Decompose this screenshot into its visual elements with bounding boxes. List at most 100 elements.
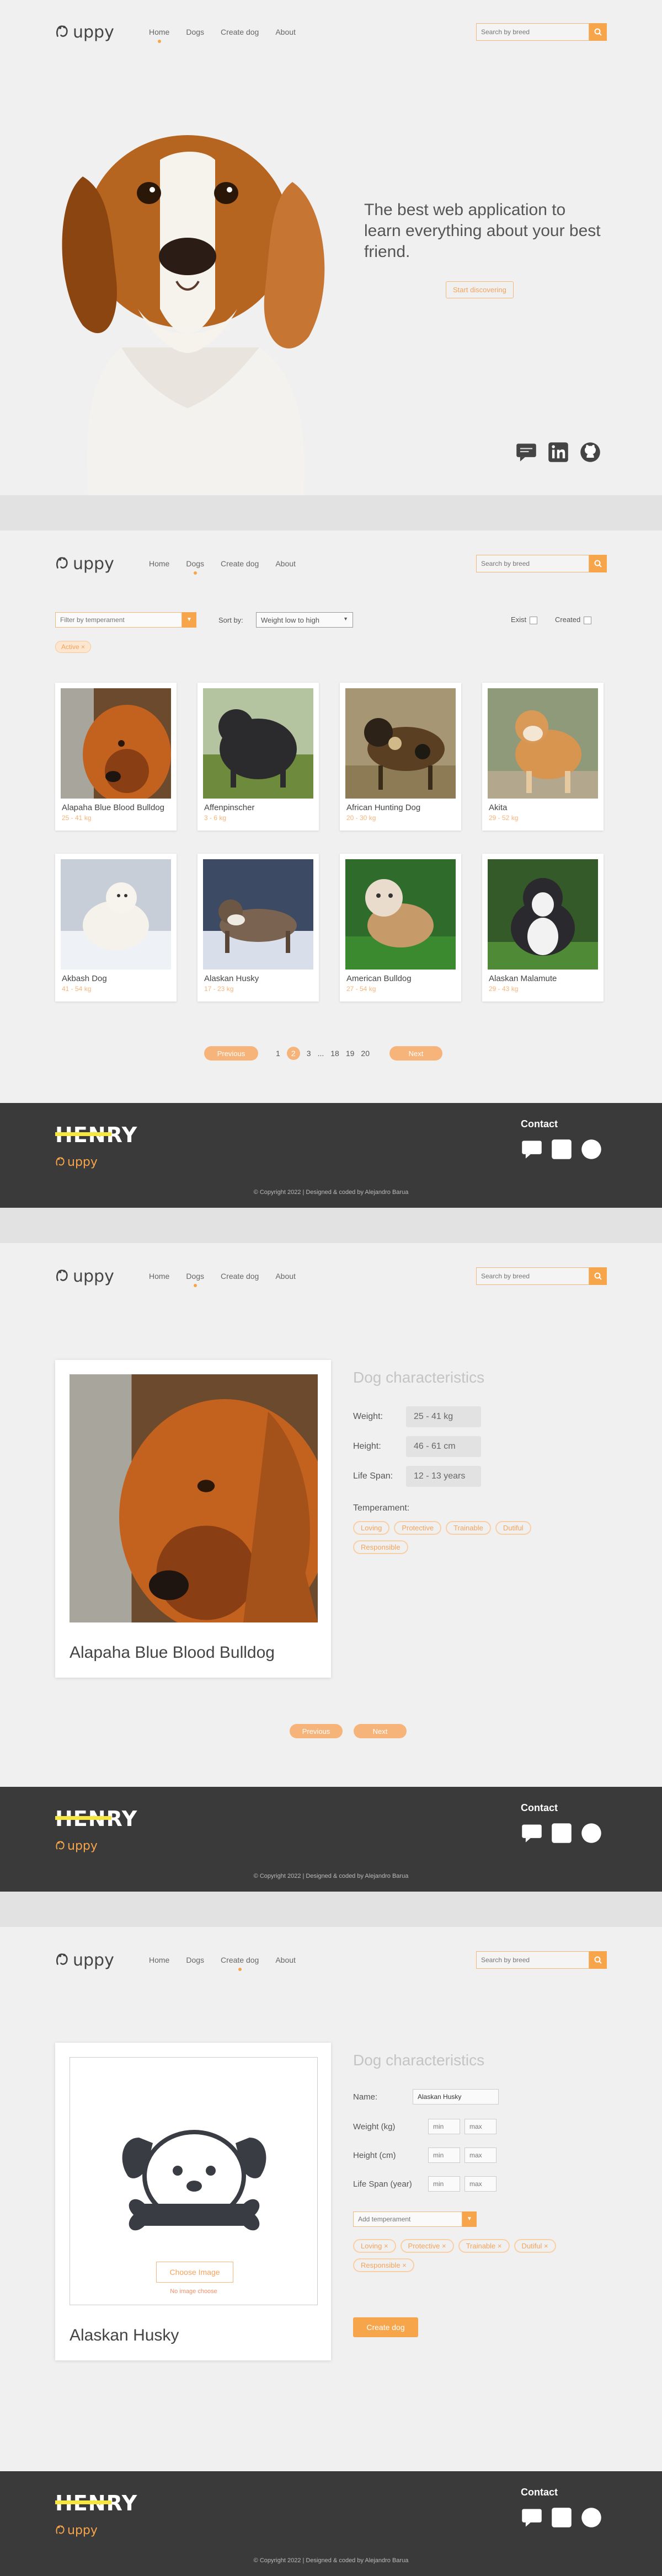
nav-create-dog[interactable]: Create dog	[221, 1272, 259, 1281]
page-3[interactable]: 3	[307, 1049, 311, 1058]
choose-image-button[interactable]: Choose Image	[156, 2262, 233, 2283]
dog-card[interactable]: Alapaha Blue Blood Bulldog 25 - 41 kg	[55, 683, 177, 831]
dog-card[interactable]: Affenpinscher 3 - 6 kg	[197, 683, 319, 831]
search-button[interactable]	[589, 1951, 607, 1969]
puppy-logo[interactable]: uppy	[55, 21, 138, 43]
weight-min-input[interactable]	[428, 2119, 460, 2134]
page-20[interactable]: 20	[361, 1049, 370, 1058]
temperament-select[interactable]	[353, 2211, 462, 2227]
dog-image	[345, 688, 456, 799]
dog-card[interactable]: Akita 29 - 52 kg	[482, 683, 604, 831]
sort-select[interactable]: Weight low to high ▼	[256, 612, 353, 628]
filter-bar: ▼ Sort by: Weight low to high ▼ Exist Cr…	[55, 612, 607, 630]
height-min-input[interactable]	[428, 2147, 460, 2163]
lifespan-label: Life Span (year)	[353, 2179, 412, 2189]
name-input[interactable]	[413, 2089, 499, 2104]
chevron-down-icon[interactable]: ▼	[462, 2211, 477, 2227]
detail-pagination: Previous Next	[290, 1724, 407, 1738]
dog-weight: 29 - 43 kg	[489, 985, 519, 993]
lifespan-min-input[interactable]	[428, 2176, 460, 2192]
height-max-input[interactable]	[465, 2147, 496, 2163]
dog-image	[488, 688, 598, 799]
search-button[interactable]	[589, 1267, 607, 1285]
previous-button[interactable]: Previous	[290, 1724, 343, 1738]
nav-about[interactable]: About	[275, 1956, 296, 1964]
exist-checkbox[interactable]	[530, 616, 538, 624]
puppy-logo[interactable]: uppy	[55, 553, 138, 575]
nav-dogs[interactable]: Dogs	[186, 28, 204, 36]
temperament-filter-input[interactable]	[55, 612, 182, 628]
nav-links: Home Dogs Create dog About	[149, 559, 296, 575]
page-1[interactable]: 1	[276, 1049, 280, 1058]
github-icon[interactable]	[579, 441, 601, 463]
speech-bubble-icon[interactable]	[521, 2507, 543, 2529]
remove-chip-icon[interactable]: ×	[384, 2242, 388, 2250]
contact-heading: Contact	[521, 1802, 558, 1813]
next-button[interactable]: Next	[389, 1046, 442, 1061]
linkedin-icon[interactable]	[551, 1822, 573, 1844]
remove-chip-icon[interactable]: ×	[544, 2242, 548, 2250]
chevron-down-icon[interactable]: ▼	[182, 612, 196, 628]
remove-chip-icon[interactable]: ×	[442, 2242, 446, 2250]
remove-chip-icon[interactable]: ×	[402, 2261, 407, 2269]
nav-home[interactable]: Home	[149, 1272, 169, 1281]
search-button[interactable]	[589, 555, 607, 572]
search-input[interactable]	[476, 23, 589, 41]
nav-create-dog[interactable]: Create dog	[221, 559, 259, 568]
linkedin-icon[interactable]	[547, 441, 569, 463]
page-19[interactable]: 19	[346, 1049, 355, 1058]
dog-weight: 41 - 54 kg	[62, 985, 92, 993]
create-dog-button[interactable]: Create dog	[353, 2317, 418, 2337]
puppy-logo[interactable]: uppy	[55, 1265, 138, 1287]
page-18[interactable]: 18	[330, 1049, 339, 1058]
nav-dogs[interactable]: Dogs	[186, 1272, 204, 1287]
nav-create-dog[interactable]: Create dog	[221, 28, 259, 36]
dog-image	[61, 688, 171, 799]
github-icon[interactable]	[580, 1138, 602, 1160]
nav-home[interactable]: Home	[149, 1956, 169, 1964]
page-2-current[interactable]: 2	[286, 1047, 300, 1060]
linkedin-icon[interactable]	[551, 2507, 573, 2529]
nav-dogs[interactable]: Dogs	[186, 559, 204, 575]
speech-bubble-icon[interactable]	[521, 1822, 543, 1844]
start-discovering-button[interactable]: Start discovering	[446, 281, 514, 298]
github-icon[interactable]	[580, 1822, 602, 1844]
nav-create-dog[interactable]: Create dog	[221, 1956, 259, 1971]
dog-weight: 27 - 54 kg	[346, 985, 376, 993]
close-icon[interactable]: ×	[81, 643, 85, 651]
search-input[interactable]	[476, 1267, 589, 1285]
search-bar	[476, 555, 607, 572]
dog-card[interactable]: Alaskan Malamute 29 - 43 kg	[482, 854, 604, 1002]
created-checkbox[interactable]	[584, 616, 592, 624]
nav-about[interactable]: About	[275, 559, 296, 568]
characteristics-title: Dog characteristics	[353, 1369, 485, 1386]
search-bar	[476, 1951, 607, 1969]
remove-chip-icon[interactable]: ×	[498, 2242, 502, 2250]
nav-home[interactable]: Home	[149, 28, 169, 43]
next-button[interactable]: Next	[354, 1724, 407, 1738]
nav-dogs[interactable]: Dogs	[186, 1956, 204, 1964]
nav-home[interactable]: Home	[149, 559, 169, 568]
dog-card[interactable]: American Bulldog 27 - 54 kg	[340, 854, 461, 1002]
dog-card[interactable]: Alaskan Husky 17 - 23 kg	[197, 854, 319, 1002]
speech-bubble-icon[interactable]	[515, 441, 537, 463]
github-icon[interactable]	[580, 2507, 602, 2529]
lifespan-max-input[interactable]	[465, 2176, 496, 2192]
previous-button[interactable]: Previous	[204, 1046, 258, 1061]
active-filter-chip[interactable]: Active ×	[55, 641, 92, 653]
speech-bubble-icon[interactable]	[521, 1138, 543, 1160]
search-input[interactable]	[476, 1951, 589, 1969]
henry-logo: HENRY	[55, 1807, 137, 1831]
nav-about[interactable]: About	[275, 28, 296, 36]
search-button[interactable]	[589, 23, 607, 41]
dog-card[interactable]: African Hunting Dog 20 - 30 kg	[340, 683, 461, 831]
puppy-logo[interactable]: uppy	[55, 1949, 138, 1971]
create-preview-card: Choose Image No image choose Alaskan Hus…	[55, 2043, 331, 2360]
dog-detail-section: uppy Home Dogs Create dog About Alapaha …	[0, 1243, 662, 1787]
dog-name: Alapaha Blue Blood Bulldog	[62, 803, 164, 812]
nav-about[interactable]: About	[275, 1272, 296, 1281]
weight-max-input[interactable]	[465, 2119, 496, 2134]
search-input[interactable]	[476, 555, 589, 572]
dog-card[interactable]: Akbash Dog 41 - 54 kg	[55, 854, 177, 1002]
linkedin-icon[interactable]	[551, 1138, 573, 1160]
